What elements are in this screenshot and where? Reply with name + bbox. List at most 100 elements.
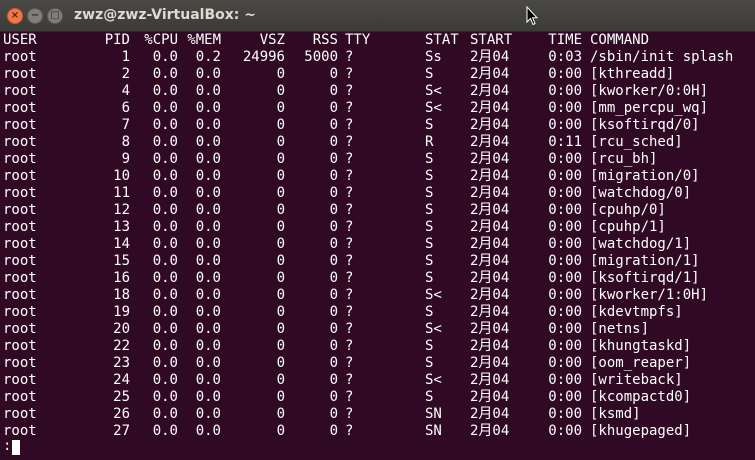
cell-stat: S: [425, 117, 434, 133]
cell-cpu: 0.0: [152, 338, 178, 354]
ps-header-row: USER PID %CPU %MEM VSZ RSS TTY STAT STAR…: [3, 32, 755, 49]
cell-vsz: 0: [276, 219, 285, 235]
cell-rss: 0: [329, 185, 338, 201]
cell-cpu: 0.0: [152, 134, 178, 150]
cell-tty: ?: [345, 338, 354, 354]
close-button[interactable]: ×: [7, 8, 23, 24]
cell-vsz: 0: [276, 151, 285, 167]
cell-tty: ?: [345, 321, 354, 337]
cell-rss: 0: [329, 355, 338, 371]
cell-pid: 22: [113, 338, 130, 354]
cell-time: 0:11: [548, 134, 582, 150]
cell-time: 0:00: [548, 423, 582, 439]
title-bar[interactable]: × − □ zwz@zwz-VirtualBox: ~: [0, 0, 755, 32]
cell-start: 2月04: [470, 83, 510, 99]
cell-tty: ?: [345, 236, 354, 252]
cell-vsz: 0: [276, 83, 285, 99]
minimize-button[interactable]: −: [27, 8, 43, 24]
cell-start: 2月04: [470, 66, 510, 82]
cell-cpu: 0.0: [152, 236, 178, 252]
cell-command: [kworker/0:0H]: [590, 83, 709, 99]
cell-cpu: 0.0: [152, 117, 178, 133]
cell-cpu: 0.0: [152, 270, 178, 286]
cell-time: 0:00: [548, 219, 582, 235]
cell-time: 0:00: [548, 236, 582, 252]
cell-vsz: 24996: [242, 49, 285, 65]
cell-command: [khugepaged]: [590, 423, 692, 439]
cell-mem: 0.0: [195, 406, 221, 422]
cell-pid: 10: [113, 168, 130, 184]
cell-tty: ?: [345, 406, 354, 422]
cell-pid: 11: [113, 185, 130, 201]
cell-rss: 0: [329, 321, 338, 337]
cell-time: 0:00: [548, 406, 582, 422]
maximize-button[interactable]: □: [47, 8, 63, 24]
cell-user: root: [3, 355, 37, 371]
cell-vsz: 0: [276, 287, 285, 303]
cell-user: root: [3, 134, 37, 150]
cell-time: 0:00: [548, 66, 582, 82]
cell-vsz: 0: [276, 202, 285, 218]
cell-time: 0:00: [548, 185, 582, 201]
cell-mem: 0.0: [195, 236, 221, 252]
cell-mem: 0.0: [195, 202, 221, 218]
cell-start: 2月04: [470, 151, 510, 167]
cell-mem: 0.0: [195, 287, 221, 303]
cell-command: [cpuhp/0]: [590, 202, 666, 218]
process-list: root 1 0.0 0.2 24996 5000? Ss 2月04 0:03/sbin/ini…: [3, 49, 755, 440]
process-row: root 1 0.0 0.2 24996 5000? Ss 2月04 0:03/sbin/ini…: [3, 49, 755, 66]
cell-cpu: 0.0: [152, 372, 178, 388]
process-row: root 15 0.0 0.0 0 0? S 2月04 0:00 [migration/1]: [3, 253, 755, 270]
cell-stat: S<: [425, 83, 442, 99]
maximize-icon: □: [50, 10, 60, 21]
cell-vsz: 0: [276, 389, 285, 405]
cell-rss: 0: [329, 423, 338, 439]
cell-stat: S: [425, 66, 434, 82]
cell-tty: ?: [345, 219, 354, 235]
cell-tty: ?: [345, 304, 354, 320]
cell-user: root: [3, 236, 37, 252]
cell-tty: ?: [345, 49, 354, 65]
cell-cpu: 0.0: [152, 406, 178, 422]
cell-mem: 0.0: [195, 134, 221, 150]
cell-stat: S: [425, 151, 434, 167]
process-row: root 24 0.0 0.0 0 0? S< 2月04 0:00 [writeback]: [3, 372, 755, 389]
cell-rss: 0: [329, 66, 338, 82]
cell-mem: 0.0: [195, 151, 221, 167]
cell-pid: 23: [113, 355, 130, 371]
cell-start: 2月04: [470, 236, 510, 252]
cell-tty: ?: [345, 117, 354, 133]
window-title: zwz@zwz-VirtualBox: ~: [74, 7, 256, 23]
cell-tty: ?: [345, 372, 354, 388]
cell-cpu: 0.0: [152, 185, 178, 201]
cell-start: 2月04: [470, 372, 510, 388]
process-row: root 20 0.0 0.0 0 0? S< 2月04 0:00 [netns]: [3, 321, 755, 338]
cell-rss: 0: [329, 304, 338, 320]
cell-command: [rcu_sched]: [590, 134, 683, 150]
cell-time: 0:00: [548, 389, 582, 405]
cell-pid: 15: [113, 253, 130, 269]
cell-mem: 0.0: [195, 66, 221, 82]
cell-rss: 0: [329, 151, 338, 167]
cell-time: 0:00: [548, 168, 582, 184]
process-row: root 13 0.0 0.0 0 0? S 2月04 0:00 [cpuhp/1]: [3, 219, 755, 236]
cell-user: root: [3, 168, 37, 184]
cell-cpu: 0.0: [152, 168, 178, 184]
cell-rss: 0: [329, 253, 338, 269]
cell-rss: 0: [329, 168, 338, 184]
cell-cpu: 0.0: [152, 151, 178, 167]
cell-rss: 0: [329, 236, 338, 252]
cell-user: root: [3, 219, 37, 235]
cell-user: root: [3, 338, 37, 354]
cell-start: 2月04: [470, 270, 510, 286]
header-cpu: %CPU: [144, 32, 178, 48]
terminal-output[interactable]: USER PID %CPU %MEM VSZ RSS TTY STAT STAR…: [3, 32, 755, 460]
process-row: root 27 0.0 0.0 0 0? SN 2月04 0:00 [khugepaged]: [3, 423, 755, 440]
process-row: root 10 0.0 0.0 0 0? S 2月04 0:00 [migration/0]: [3, 168, 755, 185]
cell-user: root: [3, 253, 37, 269]
cell-cpu: 0.0: [152, 100, 178, 116]
cell-vsz: 0: [276, 185, 285, 201]
cell-pid: 18: [113, 287, 130, 303]
cell-mem: 0.0: [195, 355, 221, 371]
cell-stat: S: [425, 202, 434, 218]
